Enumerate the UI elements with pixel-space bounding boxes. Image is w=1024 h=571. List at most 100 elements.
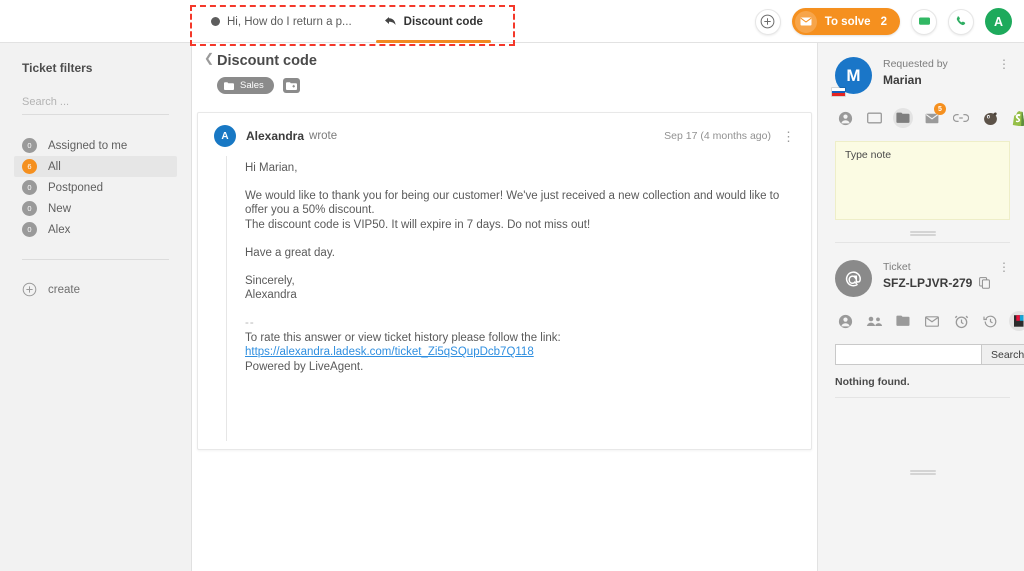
message-closing: Sincerely, [245, 274, 791, 289]
note-placeholder: Type note [845, 149, 891, 161]
left-sidebar: Ticket filters 0 Assigned to me 6 All 0 … [0, 43, 192, 571]
ticket-avatar [835, 260, 872, 297]
chat-button[interactable] [911, 9, 937, 35]
message-signature: Alexandra [245, 288, 791, 303]
filter-label: New [48, 203, 71, 215]
ticket-history-link[interactable]: https://alexandra.ladesk.com/ticket_Zi5q… [245, 346, 534, 358]
results-divider [835, 397, 1010, 398]
knowledge-base-icon[interactable] [1009, 311, 1024, 331]
requester-meta: Requested by Marian [883, 57, 948, 87]
signature-separator: -- [245, 316, 791, 331]
powered-by-label: Powered by LiveAgent. [245, 360, 791, 375]
tab-label: Discount code [404, 16, 483, 28]
tab-label: Hi, How do I return a p... [227, 16, 352, 28]
message-paragraph-2: The discount code is VIP50. It will expi… [245, 218, 791, 233]
to-solve-button[interactable]: To solve 2 [792, 8, 900, 35]
sidebar-search-input[interactable] [22, 94, 169, 115]
contact-icon[interactable] [835, 108, 855, 128]
kebab-menu-icon[interactable]: ⋮ [998, 260, 1010, 274]
circle-dot-icon [211, 17, 220, 26]
right-sidebar: M Requested by Marian ⋮ [817, 43, 1024, 571]
sidebar-item-alex[interactable]: 0 Alex [14, 219, 177, 240]
shopify-icon[interactable] [1009, 108, 1024, 128]
create-filter-button[interactable]: create [22, 282, 169, 297]
card-icon[interactable] [864, 108, 884, 128]
tag-sales[interactable]: Sales [217, 77, 274, 94]
ticket-id: SFZ-LPJVR-279 [883, 276, 972, 290]
note-input[interactable]: Type note [835, 141, 1010, 220]
filter-count-badge: 6 [22, 159, 37, 174]
copy-icon[interactable] [979, 277, 990, 289]
filter-label: Alex [48, 224, 70, 236]
to-solve-label: To solve [825, 16, 871, 28]
top-bar: Hi, How do I return a p... Discount code… [0, 0, 1024, 43]
notes-icon[interactable] [893, 108, 913, 128]
add-button[interactable] [755, 9, 781, 35]
requester-avatar: M [835, 57, 872, 94]
reply-arrow-icon [384, 16, 397, 27]
plus-circle-icon [760, 14, 775, 29]
contact-icon[interactable] [835, 311, 855, 331]
knowledge-search-input[interactable] [835, 344, 981, 365]
requester-icon-row: 5 [835, 108, 1010, 128]
panel-divider [835, 242, 1010, 243]
sidebar-item-assigned-to-me[interactable]: 0 Assigned to me [14, 135, 177, 156]
sidebar-item-postponed[interactable]: 0 Postponed [14, 177, 177, 198]
create-label: create [48, 284, 80, 296]
message-paragraph-3: Have a great day. [245, 246, 791, 261]
envelope-icon [795, 11, 817, 33]
message-card: A Alexandra wrote Sep 17 (4 months ago) … [197, 112, 812, 450]
chevron-left-icon[interactable]: ❮ [204, 52, 214, 64]
to-solve-count: 2 [881, 16, 887, 28]
plus-circle-icon [22, 282, 37, 297]
kebab-menu-icon[interactable]: ⋮ [782, 130, 795, 143]
alarm-icon[interactable] [951, 311, 971, 331]
message-verb: wrote [309, 130, 337, 142]
page-title: Discount code [217, 53, 817, 69]
folder-icon [224, 82, 234, 90]
user-avatar[interactable]: A [985, 8, 1012, 35]
group-icon[interactable] [864, 311, 884, 331]
panel-resize-handle-bottom[interactable] [835, 470, 1010, 472]
filter-count-badge: 0 [22, 201, 37, 216]
message-footer-line: To rate this answer or view ticket histo… [245, 331, 791, 346]
link-icon[interactable] [951, 108, 971, 128]
message-paragraph-1: We would like to thank you for being our… [245, 189, 791, 218]
mail-icon[interactable]: 5 [922, 108, 942, 128]
avatar-initial: M [846, 66, 860, 86]
add-tag-icon[interactable] [283, 78, 300, 93]
message-timestamp: Sep 17 (4 months ago) [664, 130, 771, 142]
requester-name: Marian [883, 73, 948, 87]
filter-label: All [48, 161, 61, 173]
liveagent-app: Hi, How do I return a p... Discount code… [0, 0, 1024, 571]
message-greeting: Hi Marian, [245, 161, 791, 176]
sidebar-item-new[interactable]: 0 New [14, 198, 177, 219]
knowledge-search-row: Search [835, 344, 1010, 365]
kebab-menu-icon[interactable]: ⋮ [998, 57, 1010, 71]
tab-discount-code[interactable]: Discount code [368, 0, 499, 43]
notes-icon[interactable] [893, 311, 913, 331]
chat-icon [918, 16, 931, 27]
filter-count-badge: 0 [22, 222, 37, 237]
mail-unread-badge: 5 [934, 103, 946, 115]
sidebar-item-all[interactable]: 6 All [14, 156, 177, 177]
mail-icon[interactable] [922, 311, 942, 331]
ticket-meta: Ticket SFZ-LPJVR-279 [883, 260, 990, 290]
ticket-detail-pane: ❮ Discount code Sales A Alexandra wrote [192, 43, 817, 571]
message-body: Hi Marian, We would like to thank you fo… [226, 156, 811, 441]
mailchimp-icon[interactable] [980, 108, 1000, 128]
sidebar-title: Ticket filters [22, 61, 169, 75]
requester-sub-label: Requested by [883, 58, 948, 70]
ticket-filter-list: 0 Assigned to me 6 All 0 Postponed 0 New… [22, 135, 169, 240]
slovakia-flag-icon [831, 87, 846, 97]
at-sign-icon [843, 268, 865, 290]
call-button[interactable] [948, 9, 974, 35]
top-bar-actions: To solve 2 A [755, 0, 1012, 43]
filter-label: Assigned to me [48, 140, 127, 152]
tab-return-policy[interactable]: Hi, How do I return a p... [195, 0, 368, 43]
ticket-id-row: SFZ-LPJVR-279 [883, 276, 990, 290]
knowledge-search-button[interactable]: Search [981, 344, 1024, 365]
panel-resize-handle[interactable] [835, 231, 1010, 233]
history-icon[interactable] [980, 311, 1000, 331]
ticket-header: ❮ Discount code Sales [192, 43, 817, 94]
